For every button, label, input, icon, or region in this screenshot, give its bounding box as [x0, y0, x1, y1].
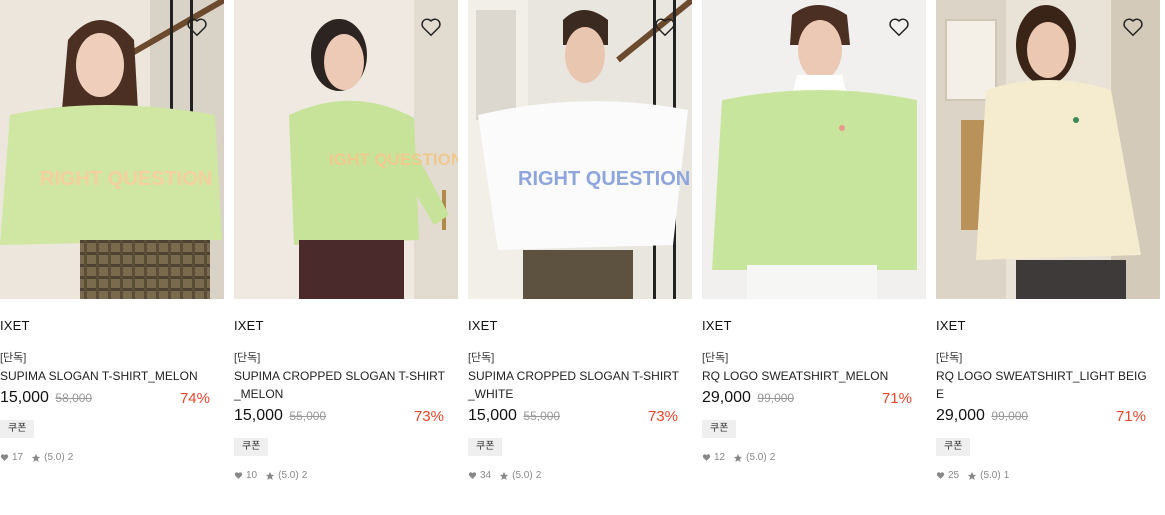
product-image[interactable] [702, 0, 926, 299]
exclusive-tag: [단독] [468, 352, 495, 364]
wishlist-heart-icon[interactable] [420, 16, 442, 38]
price-row: 29,000 99,000 71% [936, 407, 1146, 429]
exclusive-tag: [단독] [234, 352, 261, 364]
likes-count: 34 [480, 470, 492, 481]
discount-percent: 74% [179, 390, 210, 407]
price-row: 15,000 55,000 73% [234, 407, 444, 429]
heart-filled-icon [702, 454, 711, 461]
sale-price: 29,000 [936, 407, 985, 424]
exclusive-tag: [단독] [936, 352, 963, 364]
likes-count: 10 [246, 470, 258, 481]
rating-value: (5.0) [44, 452, 65, 463]
product-image[interactable]: RIGHT QUESTION [468, 0, 692, 299]
price-row: 15,000 55,000 73% [468, 407, 678, 429]
heart-filled-icon [234, 472, 243, 479]
sale-price: 15,000 [468, 407, 517, 424]
star-icon [31, 453, 41, 462]
original-price: 99,000 [991, 409, 1029, 423]
review-count: 2 [301, 470, 308, 481]
product-stats: 34 (5.0) 2 [468, 470, 692, 481]
review-count: 2 [535, 470, 542, 481]
product-name[interactable]: SUPIMA CROPPED SLOGAN T-SHIRT_MELON [234, 367, 448, 403]
brand-name[interactable]: IXET [234, 318, 458, 334]
wishlist-heart-icon[interactable] [654, 16, 676, 38]
product-card[interactable]: RIGHT QUESTION IXET [단독] SUPIMA CROPPED … [468, 0, 692, 481]
product-name[interactable]: RQ LOGO SWEATSHIRT_LIGHT BEIGE [936, 367, 1150, 403]
original-price: 58,000 [55, 391, 93, 405]
original-price: 55,000 [523, 409, 561, 423]
star-icon [967, 471, 977, 480]
original-price: 99,000 [757, 391, 795, 405]
svg-text:IGHT QUESTION: IGHT QUESTION [329, 150, 458, 169]
heart-filled-icon [0, 454, 9, 461]
product-name[interactable]: SUPIMA SLOGAN T-SHIRT_MELON [0, 367, 214, 385]
heart-filled-icon [468, 472, 477, 479]
review-count: 2 [67, 452, 74, 463]
review-count: 1 [1003, 470, 1010, 481]
coupon-badge: 쿠폰 [936, 438, 971, 456]
wishlist-heart-icon[interactable] [186, 16, 208, 38]
product-stats: 25 (5.0) 1 [936, 470, 1160, 481]
sale-price: 15,000 [0, 389, 49, 406]
star-icon [499, 471, 509, 480]
coupon-badge: 쿠폰 [0, 420, 35, 438]
exclusive-tag: [단독] [702, 352, 729, 364]
product-stats: 12 (5.0) 2 [702, 452, 926, 463]
review-count: 2 [769, 452, 776, 463]
wishlist-heart-icon[interactable] [1122, 16, 1144, 38]
sale-price: 29,000 [702, 389, 751, 406]
product-stats: 17 (5.0) 2 [0, 452, 224, 463]
likes-count: 12 [714, 452, 726, 463]
price-row: 29,000 99,000 71% [702, 389, 912, 411]
likes-count: 25 [948, 470, 960, 481]
product-stats: 10 (5.0) 2 [234, 470, 458, 481]
coupon-badge: 쿠폰 [702, 420, 737, 438]
product-name[interactable]: RQ LOGO SWEATSHIRT_MELON [702, 367, 916, 385]
rating-value: (5.0) [512, 470, 533, 481]
star-icon [733, 453, 743, 462]
exclusive-tag: [단독] [0, 352, 27, 364]
rating-value: (5.0) [746, 452, 767, 463]
svg-text:RIGHT QUESTION: RIGHT QUESTION [40, 168, 212, 190]
sale-price: 15,000 [234, 407, 283, 424]
rating-value: (5.0) [278, 470, 299, 481]
coupon-badge: 쿠폰 [468, 438, 503, 456]
discount-percent: 73% [413, 408, 444, 425]
product-card[interactable]: IGHT QUESTION IXET [단독] SUPIMA CROPPED S… [234, 0, 458, 481]
brand-name[interactable]: IXET [468, 318, 692, 334]
star-icon [265, 471, 275, 480]
product-card[interactable]: IXET [단독] RQ LOGO SWEATSHIRT_MELON 29,00… [702, 0, 926, 463]
price-row: 15,000 58,000 74% [0, 389, 210, 411]
product-card[interactable]: RIGHT QUESTION IXET [단독] SUPIMA SLOGAN T… [0, 0, 224, 463]
svg-text:RIGHT QUESTION: RIGHT QUESTION [518, 168, 690, 190]
likes-count: 17 [12, 452, 24, 463]
product-image[interactable] [936, 0, 1160, 299]
discount-percent: 71% [881, 390, 912, 407]
original-price: 55,000 [289, 409, 327, 423]
product-name[interactable]: SUPIMA CROPPED SLOGAN T-SHIRT_WHITE [468, 367, 682, 403]
wishlist-heart-icon[interactable] [888, 16, 910, 38]
product-card[interactable]: IXET [단독] RQ LOGO SWEATSHIRT_LIGHT BEIGE… [936, 0, 1160, 481]
coupon-badge: 쿠폰 [234, 438, 269, 456]
discount-percent: 71% [1115, 408, 1146, 425]
heart-filled-icon [936, 472, 945, 479]
brand-name[interactable]: IXET [702, 318, 926, 334]
rating-value: (5.0) [980, 470, 1001, 481]
product-grid: RIGHT QUESTION IXET [단독] SUPIMA SLOGAN T… [0, 0, 1165, 515]
brand-name[interactable]: IXET [0, 318, 224, 334]
discount-percent: 73% [647, 408, 678, 425]
product-image[interactable]: IGHT QUESTION [234, 0, 458, 299]
product-image[interactable]: RIGHT QUESTION [0, 0, 224, 299]
brand-name[interactable]: IXET [936, 318, 1160, 334]
